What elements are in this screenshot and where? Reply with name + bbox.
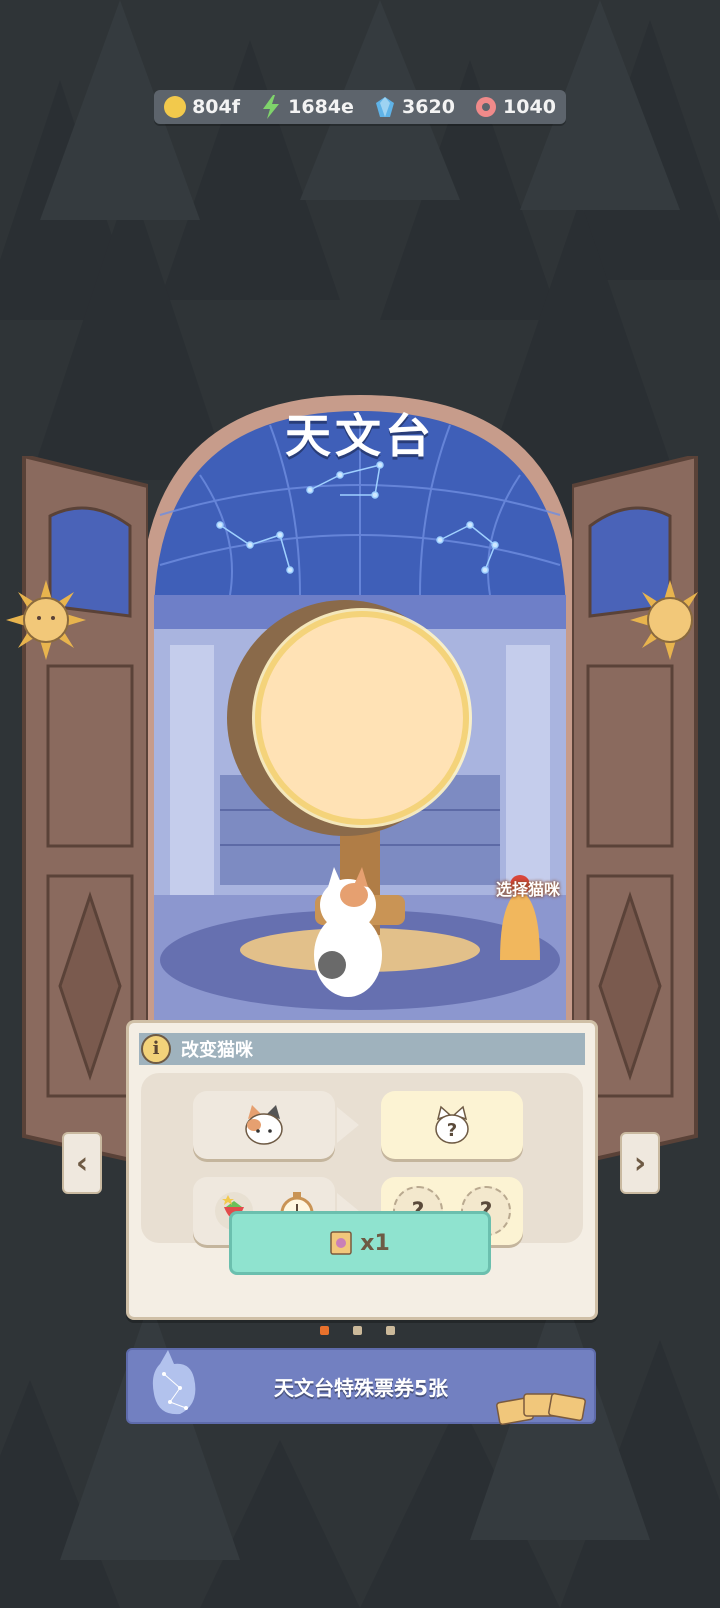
sun-emblem-icon <box>6 580 86 660</box>
page-dot[interactable] <box>320 1326 329 1335</box>
resource-coins[interactable]: 804f <box>164 96 240 118</box>
info-icon[interactable]: i <box>141 1034 171 1064</box>
page-dot[interactable] <box>386 1326 395 1335</box>
panel-header-label: 改变猫咪 <box>181 1040 253 1061</box>
confirm-cost-label: x1 <box>360 1230 390 1256</box>
donut-icon <box>476 97 497 117</box>
blue-gem-icon <box>376 97 395 117</box>
current-cat-slot[interactable] <box>193 1091 335 1159</box>
coins-value: 804f <box>192 96 240 118</box>
energy-value: 1684e <box>288 96 354 118</box>
previous-button[interactable]: ‹ <box>62 1132 102 1194</box>
change-cat-panel: i 改变猫咪 ? x1 <box>126 1020 598 1320</box>
confirm-button[interactable]: x1 <box>229 1211 491 1275</box>
gold-coin-icon <box>164 96 187 118</box>
resource-bar: 804f 1684e 3620 1040 <box>154 90 566 124</box>
arrow-right-icon <box>337 1107 359 1143</box>
unknown-cat-symbol: ? <box>447 1120 457 1141</box>
tickets-fan-icon <box>496 1392 586 1426</box>
next-button[interactable]: › <box>620 1132 660 1194</box>
ticket-icon <box>330 1231 352 1255</box>
gems-value: 3620 <box>402 96 455 118</box>
result-cat-slot[interactable]: ? <box>381 1091 523 1159</box>
chevron-left-icon: ‹ <box>75 1145 89 1181</box>
page-dot[interactable] <box>353 1326 362 1335</box>
donuts-value: 1040 <box>503 96 556 118</box>
unknown-cat-icon: ? <box>435 1105 469 1144</box>
resource-gems[interactable]: 3620 <box>374 96 455 118</box>
ticket-offer-banner[interactable]: 天文台特殊票券5张 <box>126 1348 596 1426</box>
chevron-right-icon: › <box>633 1145 647 1181</box>
select-cat-button[interactable]: 选择猫咪 <box>488 876 568 900</box>
page-title: 天文台 <box>285 409 435 463</box>
moon-emblem-icon <box>630 580 698 660</box>
select-cat-label: 选择猫咪 <box>495 880 560 899</box>
observatory-scene <box>140 395 580 1035</box>
panel-header: i 改变猫咪 <box>139 1033 585 1065</box>
lightning-energy-icon <box>263 95 280 119</box>
calico-cat-face-icon <box>245 1105 283 1145</box>
banner-label: 天文台特殊票券5张 <box>274 1375 448 1400</box>
resource-energy[interactable]: 1684e <box>260 95 354 119</box>
pagination-dots <box>320 1326 395 1335</box>
resource-donuts[interactable]: 1040 <box>475 96 556 118</box>
constellation-cat-icon <box>152 1350 196 1415</box>
